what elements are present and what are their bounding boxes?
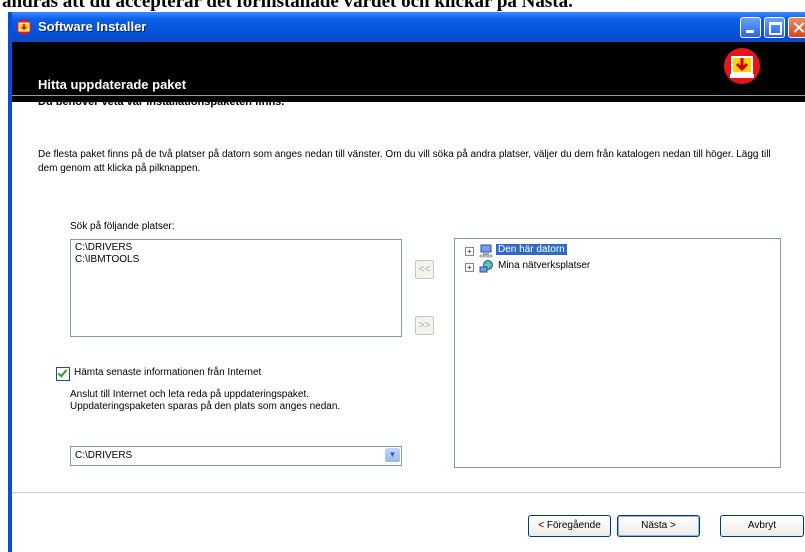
maximize-button[interactable] — [764, 17, 785, 38]
cancel-button[interactable]: Avbryt — [720, 515, 804, 537]
next-button[interactable]: Nästa > — [617, 515, 700, 537]
internet-note: Anslut till Internet och leta reda på up… — [70, 389, 341, 412]
list-item[interactable]: C:\DRIVERS — [71, 242, 401, 254]
installer-window: Software Installer Hitta uppdaterade pak… — [8, 12, 805, 552]
subheading: Du behöver veta var installationspaketen… — [38, 96, 285, 108]
save-location-select[interactable]: C:\DRIVERS ▼ — [70, 446, 402, 466]
wizard-header: Hitta uppdaterade paket — [12, 42, 805, 102]
chevron-down-icon[interactable]: ▼ — [385, 448, 400, 462]
list-item[interactable]: C:\IBMTOOLS — [71, 254, 401, 266]
minimize-button[interactable] — [740, 17, 761, 38]
tree-item-label: Den här datorn — [496, 244, 567, 255]
folder-tree[interactable]: + Den här datorn + Mina nätverksplatser — [454, 238, 781, 468]
footer-divider — [12, 492, 805, 493]
window-title: Software Installer — [38, 19, 147, 34]
add-location-button[interactable]: << — [415, 260, 434, 279]
remove-location-button[interactable]: >> — [415, 316, 434, 335]
close-button[interactable] — [788, 17, 805, 38]
instructions-text: De flesta paket finns på de två platser … — [38, 149, 771, 174]
title-bar[interactable]: Software Installer — [12, 12, 805, 42]
fetch-internet-checkbox[interactable] — [56, 367, 70, 381]
search-locations-label: Sök på följande platser: — [70, 221, 175, 232]
installer-logo-icon — [724, 48, 760, 84]
expand-icon[interactable]: + — [465, 247, 474, 256]
page-title: Hitta uppdaterade paket — [38, 77, 187, 92]
expand-icon[interactable]: + — [465, 263, 474, 272]
network-places-icon — [479, 260, 493, 273]
save-location-value: C:\DRIVERS — [75, 450, 133, 461]
fetch-internet-label[interactable]: Hämta senaste informationen från Interne… — [74, 367, 261, 378]
back-button[interactable]: < Föregående — [528, 515, 611, 537]
search-locations-list[interactable]: C:\DRIVERS C:\IBMTOOLS — [70, 239, 402, 337]
tree-item-label: Mina nätverksplatser — [498, 260, 591, 271]
computer-icon — [479, 244, 493, 258]
installer-app-icon — [16, 19, 32, 35]
